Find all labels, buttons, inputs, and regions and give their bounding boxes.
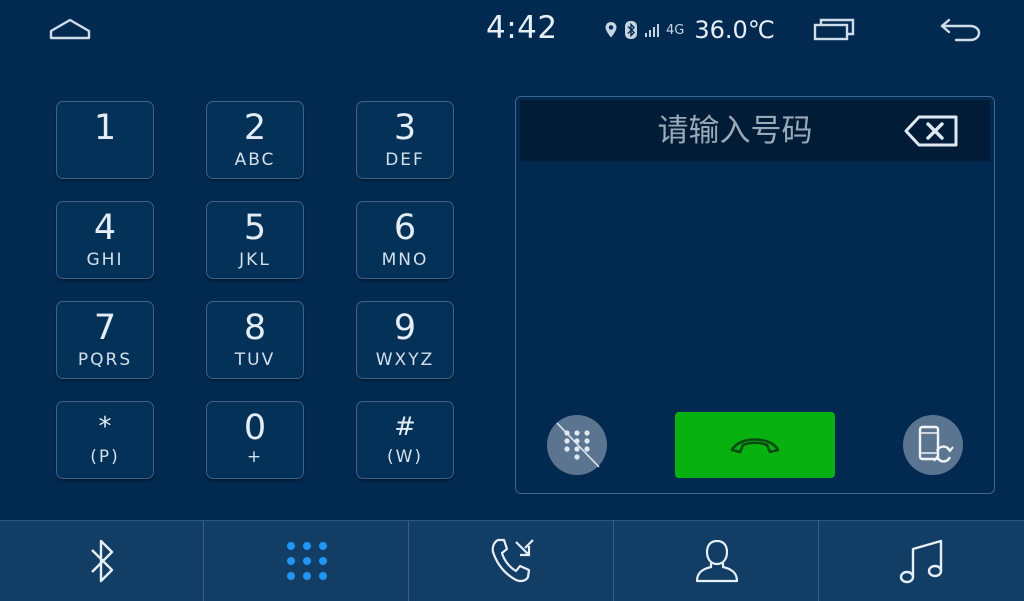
- back-icon[interactable]: [938, 16, 982, 44]
- clock: 4:42: [486, 10, 558, 46]
- call-button[interactable]: [675, 412, 835, 478]
- home-icon[interactable]: [48, 16, 92, 42]
- recent-apps-icon[interactable]: [812, 17, 856, 43]
- signal-icon: [645, 24, 659, 37]
- key-digit: 2: [243, 108, 267, 148]
- key-4[interactable]: 4 GHI: [56, 201, 154, 279]
- key-digit: 8: [243, 308, 267, 348]
- number-display: [520, 100, 990, 161]
- handset-icon: [730, 438, 780, 454]
- key-digit: 4: [93, 208, 117, 248]
- key-letters: +: [246, 447, 264, 467]
- key-letters: PQRS: [77, 350, 133, 370]
- key-digit: 6: [393, 208, 417, 248]
- music-icon: [899, 539, 943, 584]
- key-letters: ABC: [234, 150, 276, 170]
- network-type: 4G: [666, 22, 685, 38]
- key-digit: 3: [393, 108, 417, 148]
- bluetooth-icon: [625, 21, 637, 39]
- key-letters: (W): [386, 447, 424, 467]
- temperature: 36.0℃: [694, 16, 775, 44]
- key-0[interactable]: 0 +: [206, 401, 304, 479]
- key-6[interactable]: 6 MNO: [356, 201, 454, 279]
- key-7[interactable]: 7 PQRS: [56, 301, 154, 379]
- key-letters: GHI: [86, 250, 124, 270]
- status-icons: 4G 36.0℃: [604, 16, 775, 44]
- key-letters: MNO: [381, 250, 429, 270]
- key-hash[interactable]: # (W): [356, 401, 454, 479]
- hide-keypad-icon: [556, 422, 600, 468]
- location-icon: [605, 22, 617, 38]
- bottom-navigation: [0, 520, 1024, 601]
- nav-contacts[interactable]: [615, 521, 819, 601]
- switch-to-phone-icon: [918, 425, 954, 463]
- status-bar: 4:42 4G 36.0℃: [0, 0, 1024, 58]
- key-5[interactable]: 5 JKL: [206, 201, 304, 279]
- key-9[interactable]: 9 WXYZ: [356, 301, 454, 379]
- nav-music[interactable]: [820, 521, 1024, 601]
- key-digit: 5: [243, 208, 267, 248]
- keypad-icon: [286, 542, 327, 580]
- key-letters: WXYZ: [375, 350, 435, 370]
- call-log-icon: [491, 538, 534, 583]
- key-star[interactable]: * (P): [56, 401, 154, 479]
- switch-to-phone-button[interactable]: [903, 415, 963, 475]
- key-2[interactable]: 2 ABC: [206, 101, 304, 179]
- key-digit: 9: [393, 308, 417, 348]
- key-3[interactable]: 3 DEF: [356, 101, 454, 179]
- dial-panel: [515, 96, 995, 494]
- key-letters: JKL: [239, 250, 271, 270]
- key-digit: 1: [93, 108, 117, 148]
- nav-call-log[interactable]: [410, 521, 614, 601]
- key-letters: DEF: [385, 150, 425, 170]
- key-letters: (P): [90, 447, 120, 467]
- nav-keypad[interactable]: [205, 521, 409, 601]
- hide-keypad-button[interactable]: [547, 415, 607, 475]
- key-letters: TUV: [234, 350, 276, 370]
- key-digit: *: [98, 412, 112, 442]
- contacts-icon: [695, 539, 738, 583]
- backspace-icon[interactable]: [904, 114, 960, 148]
- nav-bluetooth[interactable]: [0, 521, 204, 601]
- key-digit: 0: [243, 408, 267, 448]
- phone-number-input[interactable]: [520, 100, 950, 161]
- key-digit: #: [394, 412, 416, 442]
- key-1[interactable]: 1: [56, 101, 154, 179]
- key-digit: 7: [93, 308, 117, 348]
- bluetooth-icon: [90, 539, 113, 583]
- key-8[interactable]: 8 TUV: [206, 301, 304, 379]
